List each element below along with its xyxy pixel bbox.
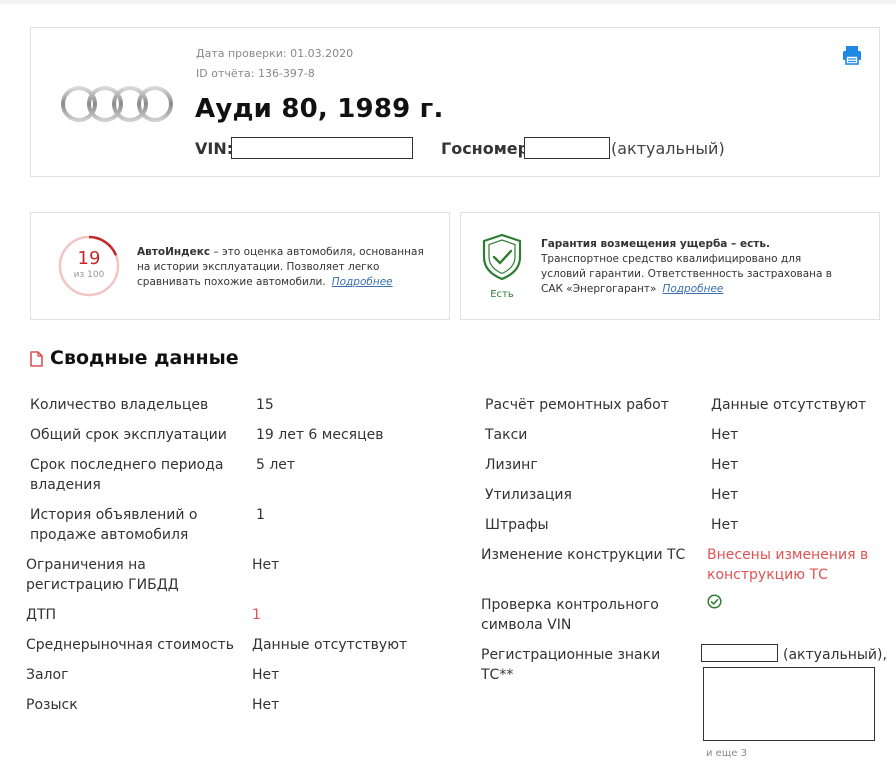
guarantee-card: Есть Гарантия возмещения ущерба – есть. … (460, 212, 880, 320)
summary-left-label-3: История объявлений о продаже автомобиля (30, 507, 198, 543)
summary-left-value-0: 15 (256, 397, 274, 413)
guarantee-description: Гарантия возмещения ущерба – есть. Транс… (541, 237, 841, 297)
summary-right-label-2: Лизинг (485, 457, 538, 473)
summary-left-value-2: 5 лет (256, 457, 296, 473)
summary-left-label-2: Срок последнего периода владения (30, 457, 224, 493)
summary-left-label-6: Среднерыночная стоимость (26, 637, 235, 653)
summary-right-value-5: Внесены изменения в конструкцию ТС (707, 547, 869, 583)
summary-left-label-4: Ограничения на регистрацию ГИБДД (26, 557, 179, 593)
summary-left-value-3: 1 (256, 507, 265, 523)
summary-right-label-0: Расчёт ремонтных работ (485, 397, 669, 413)
page-title: Ауди 80, 1989 г. (195, 94, 444, 124)
guarantee-badge: Есть (490, 289, 514, 300)
autoindex-term: АвтоИндекс (137, 246, 211, 258)
autoindex-card: 19 из 100 АвтоИндекс – это оценка автомо… (30, 212, 450, 320)
report-id: ID отчёта: 136-397-8 (196, 67, 315, 80)
summary-left-label-0: Количество владельцев (30, 397, 209, 413)
summary-left-value-4: Нет (252, 557, 280, 573)
autoindex-scale: из 100 (73, 270, 105, 280)
autoindex-more-link[interactable]: Подробнее (332, 276, 393, 288)
summary-right-value-7: (актуальный), (783, 647, 887, 663)
check-date: Дата проверки: 01.03.2020 (196, 47, 354, 60)
summary-right-value-1: Нет (711, 427, 739, 443)
summary-right-label-4: Штрафы (485, 517, 549, 533)
vin-label: VIN: (195, 139, 234, 158)
printer-icon[interactable] (841, 44, 863, 66)
vin-redacted-box (231, 137, 413, 159)
summary-left-value-8: Нет (252, 697, 280, 713)
summary-left-value-7: Нет (252, 667, 280, 683)
summary-right-value-0: Данные отсутствуют (711, 397, 867, 413)
summary-left-label-8: Розыск (26, 697, 78, 713)
autoindex-score: 19 (77, 248, 101, 269)
gos-number-label: Госномер: (441, 139, 536, 158)
document-icon (30, 351, 43, 367)
guarantee-more-link[interactable]: Подробнее (662, 283, 723, 295)
summary-right-label-1: Такси (485, 427, 528, 443)
summary-right-value-2: Нет (711, 457, 739, 473)
summary-left-label-5: ДТП (26, 607, 57, 623)
autoindex-description: АвтоИндекс – это оценка автомобиля, осно… (137, 245, 437, 290)
guarantee-term: Гарантия возмещения ущерба – есть. (541, 238, 771, 250)
summary-left-value-5[interactable]: 1 (252, 605, 261, 625)
audi-logo (61, 86, 173, 122)
report-header-card: Дата проверки: 01.03.2020 ID отчёта: 136… (30, 27, 880, 177)
summary-right-label-3: Утилизация (485, 487, 572, 503)
gos-number-redacted-box (524, 137, 610, 159)
summary-right-label-6: Проверка контрольного символа VIN (481, 597, 659, 633)
summary-left-label-7: Залог (26, 667, 69, 683)
and-more-link[interactable]: и еще 3 (706, 748, 747, 759)
summary-right-label-7: Регистрационные знаки ТС** (481, 647, 661, 683)
reg-plates-history-redacted-box (703, 667, 875, 741)
check-circle-icon (707, 594, 722, 609)
summary-title: Сводные данные (50, 347, 239, 369)
shield-check-icon (482, 233, 522, 281)
top-divider (0, 0, 896, 4)
summary-left-label-1: Общий срок эксплуатации (30, 427, 227, 443)
summary-left-value-6: Данные отсутствуют (252, 637, 408, 653)
summary-right-value-3: Нет (711, 487, 739, 503)
summary-left-value-1: 19 лет 6 месяцев (256, 427, 384, 443)
gos-number-status: (актуальный) (611, 139, 725, 158)
reg-plate-redacted-box (701, 644, 778, 662)
summary-right-value-4: Нет (711, 517, 739, 533)
summary-right-label-5: Изменение конструкции ТС (481, 547, 686, 563)
